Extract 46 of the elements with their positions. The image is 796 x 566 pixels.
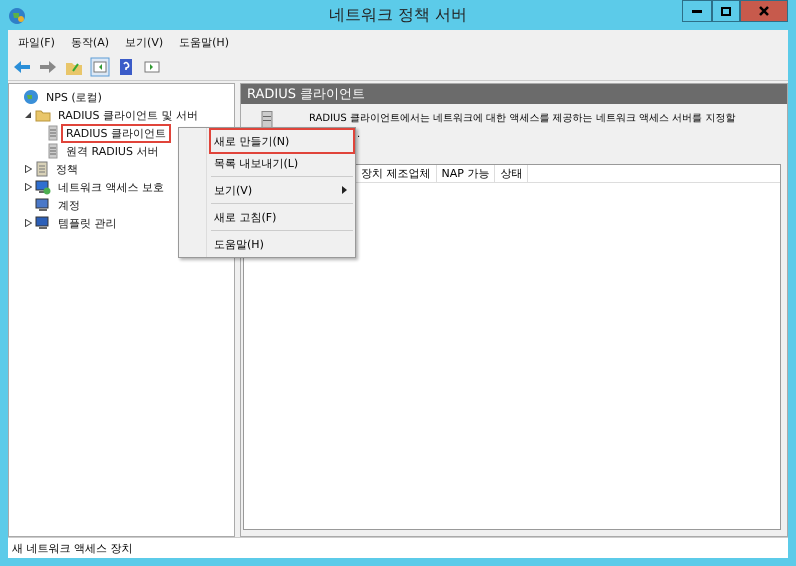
pane-icon[interactable] [90,57,110,77]
menu-item[interactable]: 도움말(H) [173,34,235,50]
menu-item[interactable]: 새로 만들기(N) [211,130,353,152]
expand-icon[interactable] [24,165,32,173]
minimize-button[interactable] [682,0,712,22]
computer-icon [35,215,51,231]
panel-title: RADIUS 클라이언트 [241,84,787,104]
tree-item[interactable]: 정책 [51,160,83,178]
tree-item[interactable]: 원격 RADIUS 서버 [61,142,164,160]
window-title: 네트워크 정책 서버 [328,4,468,26]
menu-item[interactable]: 동작(A) [64,34,116,50]
minimize-icon [692,10,702,12]
status-text: 새 네트워크 액세스 장치 [12,540,132,556]
tree-item[interactable]: RADIUS 클라이언트 및 서버 [53,106,203,124]
close-icon [759,6,769,16]
tree-item[interactable]: 계정 [53,196,85,214]
menu-item[interactable]: 도움말(H) [211,233,353,255]
menu-item[interactable]: 목록 내보내기(L) [211,152,353,174]
computer-icon [35,197,51,213]
scroll-icon [35,161,49,177]
globe-icon [8,7,26,25]
tree-item[interactable]: 네트워크 액세스 보호 [53,178,169,196]
tree-item[interactable]: RADIUS 클라이언트 [61,124,171,142]
expand-icon[interactable] [24,183,32,191]
column-header[interactable]: 상태 [495,165,528,182]
menu-item[interactable]: 보기(V) [211,179,353,201]
description-text: . [356,129,360,140]
collapse-icon[interactable] [24,111,32,119]
column-header[interactable]: NAP 가능 [436,165,496,182]
submenu-arrow-icon [342,186,347,194]
server-icon [47,125,59,141]
server-icon [47,143,59,159]
folder-icon [35,108,51,122]
globe-icon [23,89,39,105]
menu-item[interactable]: 새로 고침(F) [211,206,353,228]
close-button[interactable] [740,0,788,22]
maximize-icon [721,6,731,16]
maximize-button[interactable] [712,0,740,22]
computer-icon [35,179,51,195]
tree-item[interactable]: NPS (로컬) [41,88,107,106]
menu-item[interactable]: 보기(V) [119,34,170,50]
expand-icon[interactable] [24,219,32,227]
description-text: RADIUS 클라이언트에서는 네트워크에 대한 액세스를 제공하는 네트워크 액세스 서버를 지정할 [309,112,736,125]
server-icon [261,111,273,128]
tree-item[interactable]: 템플릿 관리 [53,214,122,232]
menu-item[interactable]: 파일(F) [12,34,61,50]
